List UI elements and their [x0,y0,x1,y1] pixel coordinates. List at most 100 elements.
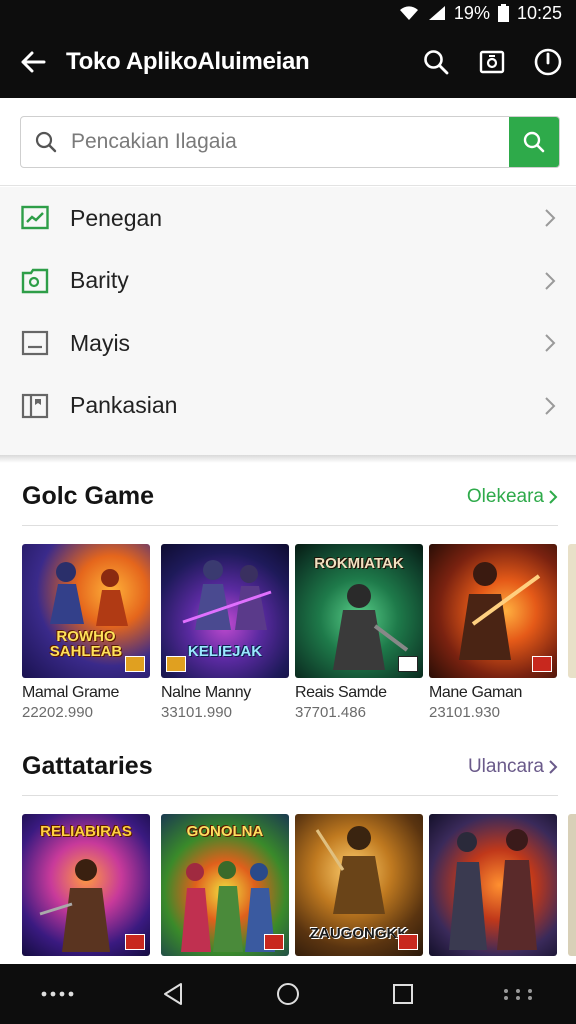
see-more-link[interactable]: Ulancara [468,756,558,778]
game-row-1: ROWHO SAHLEAB Mamal Grame 22202.990 KELI… [22,544,576,724]
game-card[interactable]: ZAUGONGKK [295,814,423,956]
menu-item-label: Penegan [70,204,163,231]
search-button[interactable] [408,26,464,98]
dots-grid-icon [504,989,533,1000]
see-more-label: Ulancara [467,755,544,777]
game-card[interactable]: ROKMIATAK Reais Samde 37701.486 [295,544,423,721]
cover-title: GONOLNA [186,823,264,840]
game-card[interactable]: RELIABIRAS [22,814,150,956]
chevron-right-icon [536,208,556,228]
dots-icon [41,991,73,997]
chevron-right-icon [536,271,556,291]
search-icon [424,50,449,75]
menu-item-label: Pankasian [70,392,178,419]
hero-figure-icon [449,829,537,950]
game-cover-image [568,544,576,678]
game-card[interactable]: Mane Gaman 23101.930 [429,544,557,721]
section-header-games: Golc Game Olekeara [22,482,558,526]
game-cover-image [429,544,557,678]
account-icon [534,48,562,76]
age-rating-badge [398,934,418,950]
category-menu: Penegan Barity Mayis Pankasian [0,187,576,455]
more-dots-button[interactable] [28,964,88,1024]
clock: 10:25 [516,2,562,23]
game-card[interactable]: GONOLNA [161,814,289,956]
nav-menu-button[interactable] [488,964,548,1024]
menu-item-3[interactable]: Pankasian [0,375,576,438]
back-button[interactable] [0,26,66,98]
see-more-link[interactable]: Olekeara [467,486,558,508]
app-bar: Toko AplikoAluimeian [0,26,576,98]
tablet-icon [20,328,50,358]
search-area [0,98,576,186]
page-title: Toko AplikoAluimeian [66,48,310,75]
battery-icon [497,4,509,22]
wifi-icon [398,5,420,21]
see-more-label: Olekeara [466,485,544,507]
menu-item-1[interactable]: Barity [0,250,576,313]
hero-figure-icon [50,562,128,626]
trend-chart-icon [20,203,50,233]
menu-item-label: Mayis [70,329,131,356]
game-meta: 22202.990 [22,704,93,721]
menu-item-0[interactable]: Penegan [0,187,576,250]
game-name: Reais Samde [295,684,387,701]
section-title: Golc Game [22,482,154,510]
age-rating-badge [264,934,284,950]
nav-recents-button[interactable] [373,964,433,1024]
chevron-right-icon [536,333,556,353]
game-name: Mamal Grame [22,684,119,701]
section-header-categories: Gattataries Ulancara [22,752,558,796]
age-rating-badge [125,656,145,672]
game-cover-image [429,814,557,956]
bookmark-tag-icon [20,391,50,421]
arrow-left-icon [21,51,46,73]
cover-title: ROKMIATAK [314,555,404,572]
search-submit-button[interactable] [509,117,559,167]
search-box [20,116,560,168]
hero-figure-icon [459,562,541,660]
game-cover-image: RELIABIRAS [22,814,150,956]
status-bar: 19% 10:25 [0,0,576,26]
nav-home-button[interactable] [258,964,318,1024]
game-cover-image: ZAUGONGKK [295,814,423,956]
chevron-right-icon [549,489,558,504]
game-meta: 37701.486 [295,704,366,721]
hero-figure-icon [182,560,272,630]
game-name: Mane Gaman [429,684,522,701]
search-icon [523,131,545,153]
game-card[interactable]: KELIEJAK Nalne Manny 33101.990 [161,544,289,721]
section-title: Gattataries [22,752,153,780]
game-card-partial[interactable] [568,544,576,678]
menu-item-2[interactable]: Mayis [0,312,576,375]
age-rating-badge [532,656,552,672]
game-cover-image: ROKMIATAK [295,544,423,678]
chevron-right-icon [536,396,556,416]
hero-figure-icon [181,861,275,952]
menu-item-label: Barity [70,267,129,294]
game-cover-image: KELIEJAK [161,544,289,678]
game-card[interactable]: ROWHO SAHLEAB Mamal Grame 22202.990 [22,544,150,721]
circle-home-icon [276,983,299,1005]
account-button[interactable] [520,26,576,98]
nav-back-button[interactable] [143,964,203,1024]
game-card-partial[interactable] [568,814,576,956]
triangle-back-icon [163,983,182,1005]
chevron-right-icon [549,759,558,774]
signal-icon [428,5,446,21]
hero-figure-icon [39,859,110,952]
hero-figure-icon [333,584,409,670]
search-input[interactable] [71,130,509,154]
game-meta: 33101.990 [161,704,232,721]
folder-image-icon [20,266,50,296]
cover-title: RELIABIRAS [40,823,132,840]
camera-button[interactable] [464,26,520,98]
camera-icon [479,50,505,74]
battery-percent: 19% [453,2,490,23]
square-recents-icon [393,984,414,1004]
age-rating-badge [398,656,418,672]
hero-figure-icon [315,826,385,914]
game-cover-image: GONOLNA [161,814,289,956]
game-card[interactable] [429,814,557,956]
game-meta: 23101.930 [429,704,500,721]
